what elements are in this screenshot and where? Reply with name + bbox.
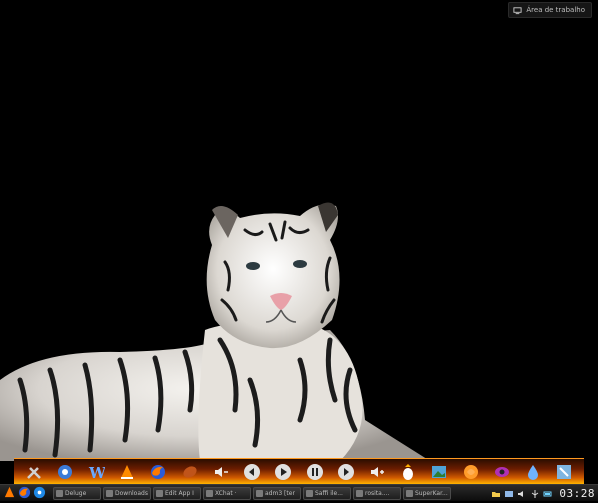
browser-icon[interactable] (461, 462, 481, 482)
task-superkaramba[interactable]: SuperKar... (403, 486, 451, 500)
installer-icon[interactable] (398, 462, 418, 482)
volume-down-icon[interactable] (211, 462, 231, 482)
task-label: XChat · (215, 489, 237, 497)
clock[interactable]: 03:28 (556, 487, 598, 500)
task-terminal[interactable]: adm3 [ter (253, 486, 301, 500)
folder-icon (306, 489, 313, 497)
volume-up-icon[interactable] (367, 462, 387, 482)
firefox-icon[interactable] (148, 462, 168, 482)
task-downloads[interactable]: Downloads (103, 486, 151, 500)
pause-icon[interactable] (305, 462, 325, 482)
app-icon (156, 489, 163, 497)
folder-icon[interactable] (491, 484, 501, 503)
task-rosita[interactable]: rosita.... (353, 486, 401, 500)
folder-icon (106, 489, 113, 497)
taskbar: Deluge Downloads Edit App I XChat · adm3… (0, 484, 598, 501)
wikipedia-icon[interactable]: W (86, 462, 106, 482)
app-icon (406, 489, 413, 497)
next-track-icon[interactable] (336, 462, 356, 482)
desktop-label-box[interactable]: Área de trabalho (508, 2, 592, 18)
firefox-icon[interactable] (18, 484, 31, 503)
previous-track-icon[interactable] (242, 462, 262, 482)
usb-icon[interactable] (530, 484, 540, 503)
chat-icon (206, 489, 213, 497)
folder-icon (356, 489, 363, 497)
water-drop-icon[interactable] (523, 462, 543, 482)
eye-icon[interactable] (492, 462, 512, 482)
system-tray (488, 484, 556, 503)
vlc-icon[interactable] (117, 462, 137, 482)
tools-icon[interactable] (554, 462, 574, 482)
task-label: adm3 [ter (265, 489, 295, 497)
task-label: Saffi ile... (315, 489, 343, 497)
app-icon (56, 489, 63, 497)
tiger-wallpaper (0, 202, 430, 461)
media-rewind-icon[interactable] (180, 462, 200, 482)
dock-bar: W (14, 458, 584, 484)
desktop: Área de trabalho (0, 0, 598, 461)
desktop-label: Área de trabalho (526, 6, 585, 14)
task-list: Deluge Downloads Edit App I XChat · adm3… (49, 486, 488, 500)
image-viewer-icon[interactable] (429, 462, 449, 482)
task-xchat[interactable]: XChat · (203, 486, 251, 500)
battery-icon[interactable] (543, 484, 553, 503)
task-edit-app[interactable]: Edit App I (153, 486, 201, 500)
launcher-group (0, 484, 49, 503)
browser-icon[interactable] (33, 484, 46, 503)
task-label: SuperKar... (415, 489, 448, 497)
task-label: rosita.... (365, 489, 390, 497)
system-tools-icon[interactable] (24, 462, 44, 482)
start-menu-icon[interactable] (3, 484, 16, 503)
terminal-icon (256, 489, 263, 497)
task-label: Deluge (65, 489, 87, 497)
svg-text:W: W (88, 464, 105, 481)
volume-icon[interactable] (517, 484, 527, 503)
play-icon[interactable] (273, 462, 293, 482)
kde-icon[interactable] (55, 462, 75, 482)
task-deluge[interactable]: Deluge (53, 486, 101, 500)
task-label: Downloads (115, 489, 148, 497)
desktop-icon (513, 6, 522, 14)
network-icon[interactable] (504, 484, 514, 503)
task-file[interactable]: Saffi ile... (303, 486, 351, 500)
task-label: Edit App I (165, 489, 194, 497)
